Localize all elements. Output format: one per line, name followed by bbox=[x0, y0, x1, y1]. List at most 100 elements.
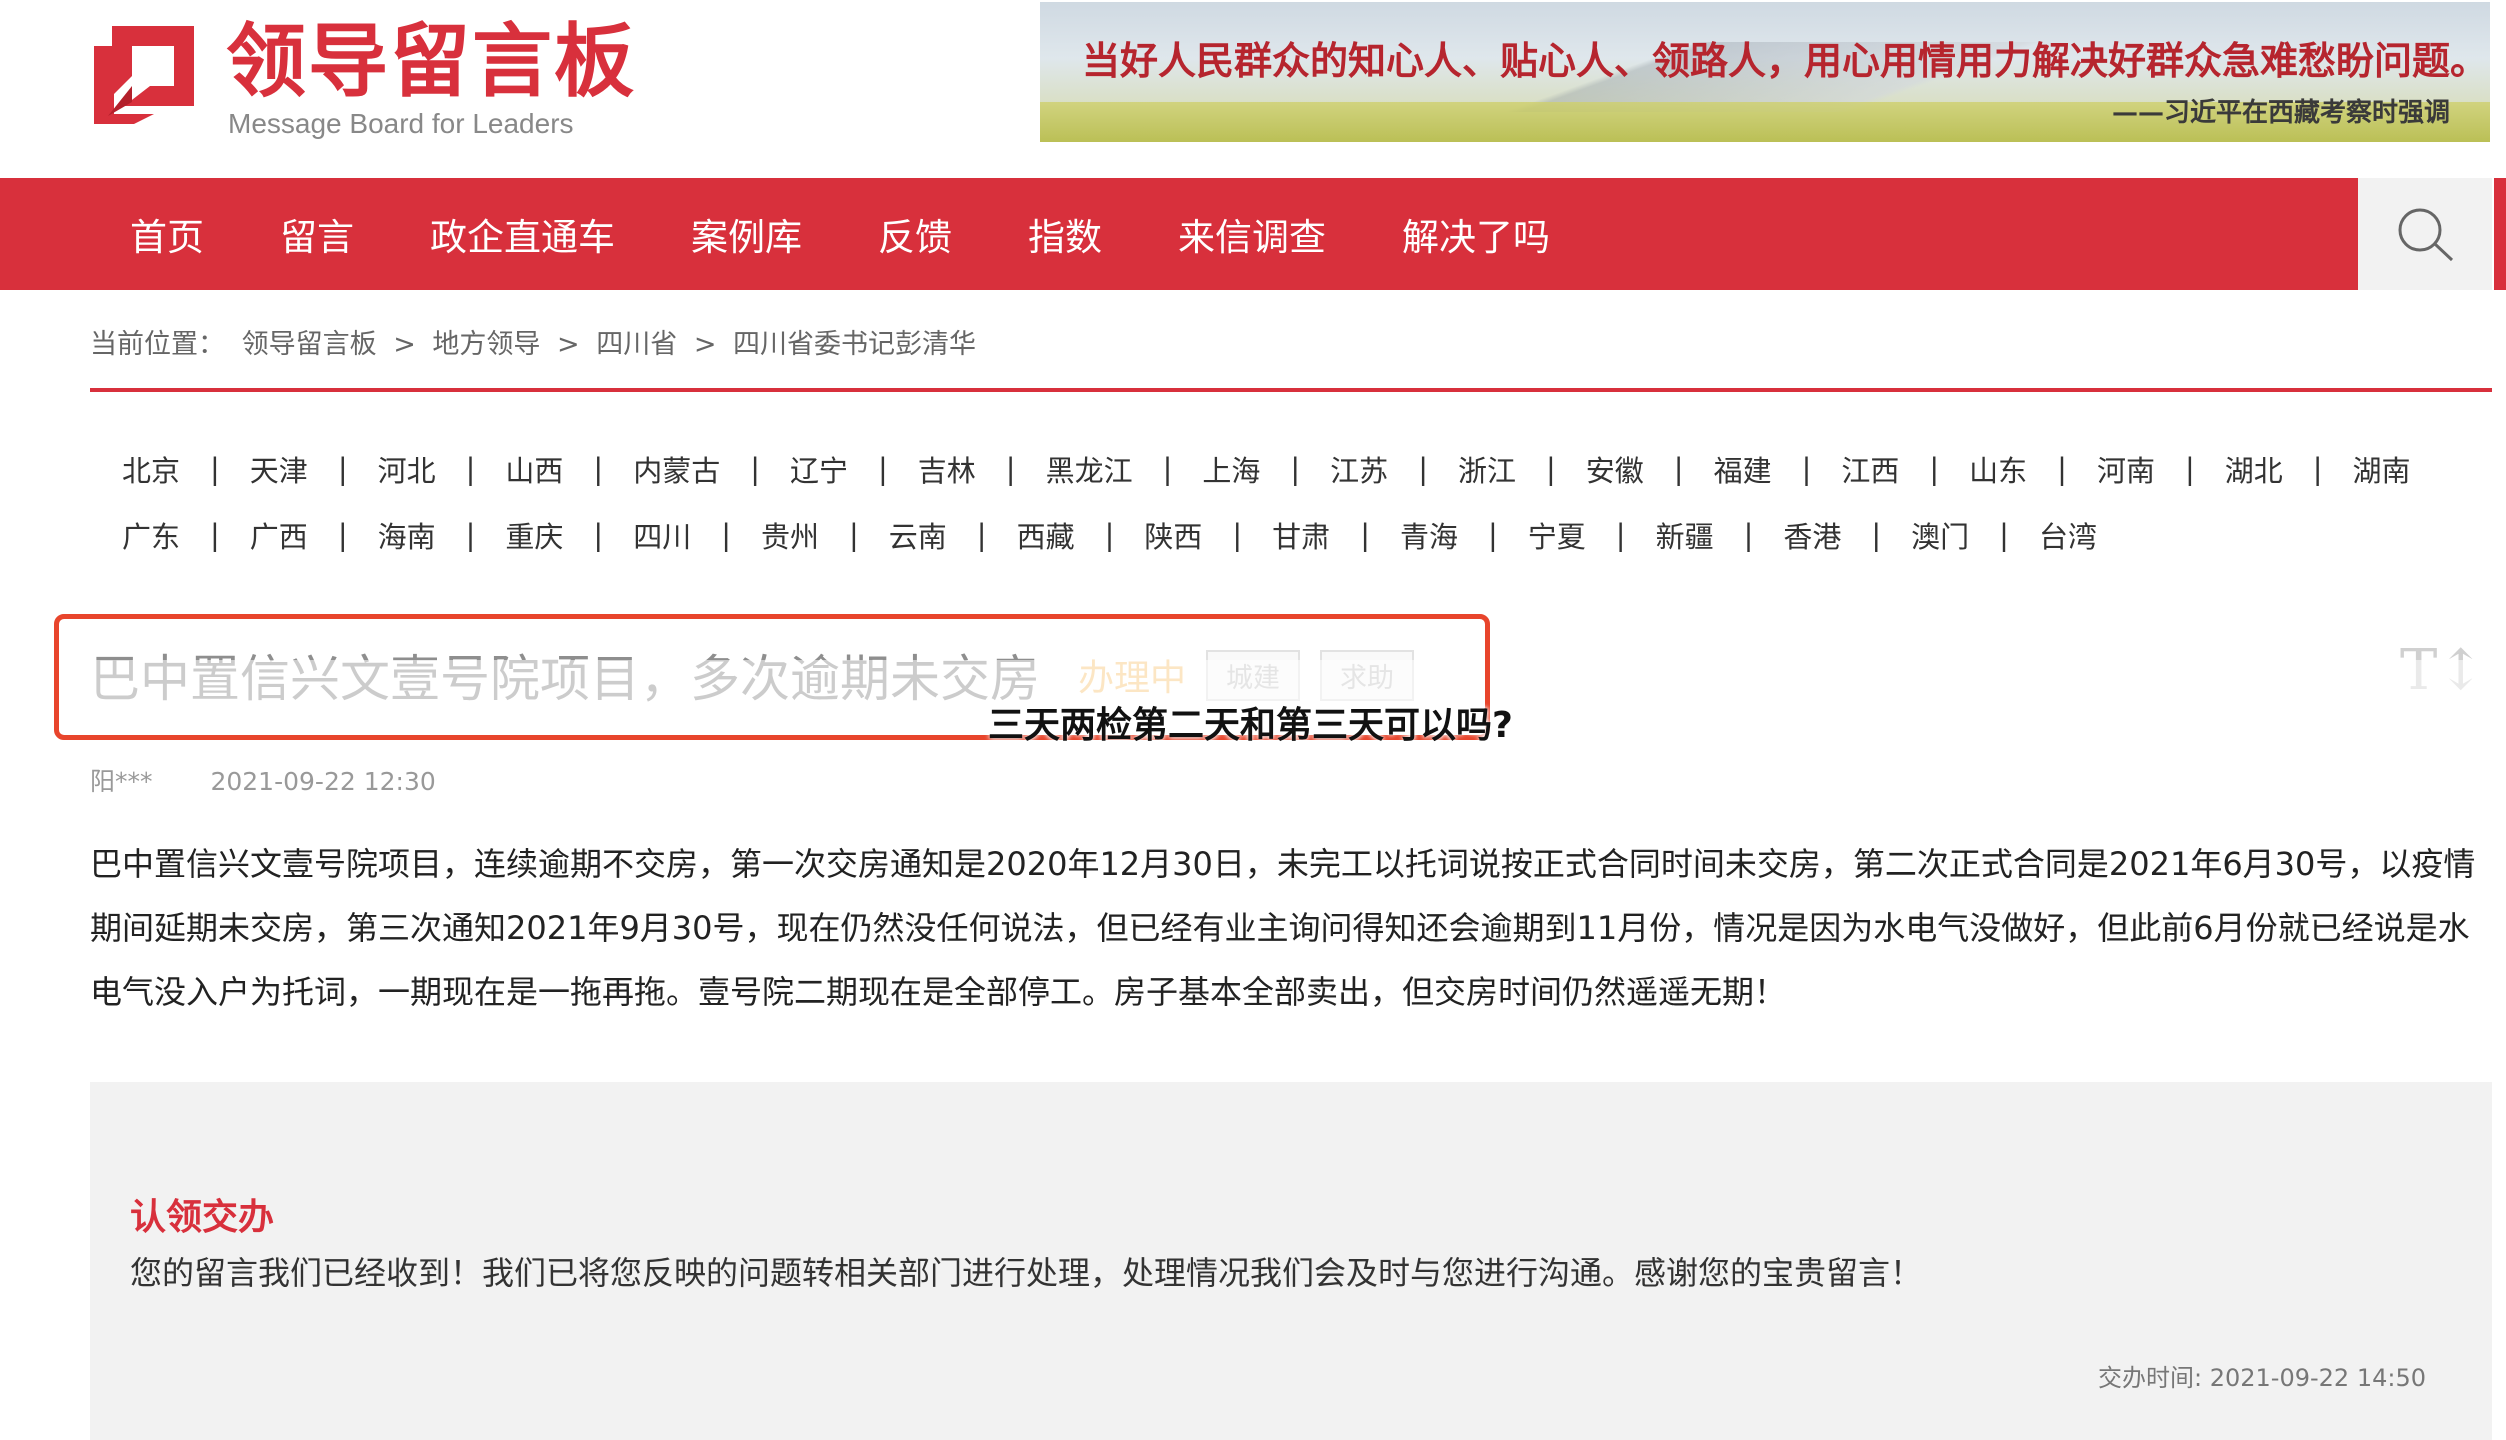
region-link[interactable]: 台湾 bbox=[2039, 514, 2097, 556]
region-link[interactable]: 内蒙古 bbox=[633, 448, 720, 490]
region-separator: | bbox=[878, 452, 888, 486]
region-separator: | bbox=[1929, 452, 1940, 486]
region-separator: | bbox=[1615, 518, 1626, 552]
header-banner: 当好人民群众的知心人、贴心人、领路人，用心用情用力解决好群众急难愁盼问题。 ——… bbox=[1040, 2, 2490, 142]
region-separator: | bbox=[1360, 518, 1370, 552]
search-button[interactable] bbox=[2358, 178, 2492, 290]
region-separator: | bbox=[1232, 518, 1243, 552]
logo-subtitle: Message Board for Leaders bbox=[228, 108, 574, 139]
region-link[interactable]: 江西 bbox=[1841, 448, 1899, 490]
region-separator: | bbox=[1673, 452, 1684, 486]
nav-item-case-library[interactable]: 案例库 bbox=[691, 207, 802, 261]
breadcrumb-item[interactable]: 四川省 bbox=[596, 329, 677, 360]
region-separator: | bbox=[1104, 518, 1115, 552]
nav-edge bbox=[2494, 178, 2506, 290]
region-link[interactable]: 贵州 bbox=[761, 514, 819, 556]
region-list: 北京 | 天津 | 河北 | 山西 | 内蒙古 | 辽宁 | 吉林 | 黑龙江 | 上海 | 江苏 | 浙江 | 安徽 | 福建… bbox=[122, 436, 2442, 568]
region-link[interactable]: 西藏 bbox=[1017, 514, 1075, 556]
region-link[interactable]: 湖南 bbox=[2353, 448, 2411, 490]
region-link[interactable]: 安徽 bbox=[1586, 448, 1644, 490]
region-link[interactable]: 宁夏 bbox=[1528, 514, 1586, 556]
region-separator: | bbox=[465, 452, 476, 486]
reply-time: 交办时间: 2021-09-22 14:50 bbox=[2098, 1364, 2426, 1392]
region-link[interactable]: 陕西 bbox=[1144, 514, 1202, 556]
breadcrumb-item[interactable]: 四川省委书记彭清华 bbox=[733, 329, 976, 360]
region-link[interactable]: 云南 bbox=[889, 514, 947, 556]
banner-quote: 当好人民群众的知心人、贴心人、领路人，用心用情用力解决好群众急难愁盼问题。 bbox=[1082, 38, 2489, 83]
region-row: 北京 | 天津 | 河北 | 山西 | 内蒙古 | 辽宁 | 吉林 | 黑龙江 | 上海 | 江苏 | 浙江 | 安徽 | 福建… bbox=[122, 436, 2442, 502]
region-separator: | bbox=[1290, 452, 1301, 486]
post-date: 2021-09-22 12:30 bbox=[210, 767, 436, 796]
region-separator: | bbox=[593, 452, 604, 486]
reply-box: 认领交办 您的留言我们已经收到！我们已将您反映的问题转相关部门进行处理，处理情况… bbox=[90, 1082, 2492, 1440]
nav-item-letter-survey[interactable]: 来信调查 bbox=[1178, 207, 1326, 261]
region-link[interactable]: 澳门 bbox=[1911, 514, 1969, 556]
region-separator: | bbox=[1162, 452, 1173, 486]
main-nav: 首页 留言 政企直通车 案例库 反馈 指数 来信调查 解决了吗 bbox=[0, 178, 2358, 290]
nav-item-business-express[interactable]: 政企直通车 bbox=[430, 207, 615, 261]
region-separator: | bbox=[2057, 452, 2067, 486]
region-link[interactable]: 新疆 bbox=[1656, 514, 1714, 556]
region-link[interactable]: 浙江 bbox=[1458, 448, 1516, 490]
region-link[interactable]: 吉林 bbox=[918, 448, 976, 490]
nav-item-messages[interactable]: 留言 bbox=[280, 207, 354, 261]
search-icon bbox=[2398, 208, 2454, 262]
region-separator: | bbox=[2312, 452, 2323, 486]
breadcrumb-prefix: 当前位置： bbox=[90, 329, 225, 360]
message-meta: 阳*** 2021-09-22 12:30 bbox=[90, 762, 436, 798]
breadcrumb-item[interactable]: 领导留言板 bbox=[242, 329, 377, 360]
reply-body: 您的留言我们已经收到！我们已将您反映的问题转相关部门进行处理，处理情况我们会及时… bbox=[130, 1254, 1923, 1292]
region-link[interactable]: 湖北 bbox=[2225, 448, 2283, 490]
region-separator: | bbox=[1418, 452, 1428, 486]
region-separator: | bbox=[1005, 452, 1016, 486]
nav-item-resolved[interactable]: 解决了吗 bbox=[1402, 207, 1550, 261]
overlay-question: 三天两检第二天和第三天可以吗? bbox=[988, 705, 1513, 746]
region-link[interactable]: 山西 bbox=[505, 448, 563, 490]
region-link[interactable]: 辽宁 bbox=[790, 448, 848, 490]
region-link[interactable]: 上海 bbox=[1202, 448, 1260, 490]
region-separator: | bbox=[210, 452, 220, 486]
site-logo[interactable]: 领导留言板 Message Board for Leaders bbox=[94, 15, 636, 139]
nav-item-index[interactable]: 指数 bbox=[1028, 207, 1102, 261]
region-separator: | bbox=[750, 452, 760, 486]
region-link[interactable]: 海南 bbox=[378, 514, 436, 556]
region-link[interactable]: 山东 bbox=[1969, 448, 2027, 490]
region-link[interactable]: 河南 bbox=[2097, 448, 2155, 490]
reply-title: 认领交办 bbox=[130, 1197, 275, 1238]
region-separator: | bbox=[337, 518, 348, 552]
region-separator: | bbox=[337, 452, 348, 486]
nav-item-home[interactable]: 首页 bbox=[130, 207, 204, 261]
breadcrumb-item[interactable]: 地方领导 bbox=[432, 329, 540, 360]
region-link[interactable]: 青海 bbox=[1400, 514, 1458, 556]
nav-item-feedback[interactable]: 反馈 bbox=[878, 207, 952, 261]
breadcrumb-separator: > bbox=[693, 329, 717, 360]
region-separator: | bbox=[2184, 452, 2195, 486]
region-link[interactable]: 广东 bbox=[122, 514, 180, 556]
region-link[interactable]: 黑龙江 bbox=[1046, 448, 1133, 490]
region-separator: | bbox=[465, 518, 476, 552]
region-separator: | bbox=[1871, 518, 1882, 552]
site-header: 领导留言板 Message Board for Leaders 当好人民群众的知… bbox=[0, 0, 2506, 178]
breadcrumb-separator: > bbox=[557, 329, 580, 360]
region-link[interactable]: 广西 bbox=[250, 514, 308, 556]
region-link[interactable]: 重庆 bbox=[505, 514, 563, 556]
breadcrumb-separator: > bbox=[393, 329, 416, 360]
region-separator: | bbox=[1801, 452, 1812, 486]
logo-title: 领导留言板 bbox=[226, 15, 636, 108]
region-link[interactable]: 河北 bbox=[378, 448, 436, 490]
message-body: 巴中置信兴文壹号院项目，连续逾期不交房，第一次交房通知是2020年12月30日，… bbox=[90, 845, 2476, 1011]
banner-author: ——习近平在西藏考察时强调 bbox=[2111, 98, 2450, 128]
region-link[interactable]: 江苏 bbox=[1330, 448, 1388, 490]
region-link[interactable]: 北京 bbox=[122, 448, 180, 490]
region-link[interactable]: 香港 bbox=[1783, 514, 1841, 556]
region-separator: | bbox=[1545, 452, 1556, 486]
region-separator: | bbox=[976, 518, 987, 552]
region-separator: | bbox=[210, 518, 220, 552]
region-link[interactable]: 天津 bbox=[250, 448, 308, 490]
region-separator: | bbox=[1999, 518, 2009, 552]
region-separator: | bbox=[721, 518, 731, 552]
region-link[interactable]: 甘肃 bbox=[1272, 514, 1330, 556]
region-link[interactable]: 四川 bbox=[633, 514, 691, 556]
region-link[interactable]: 福建 bbox=[1714, 448, 1772, 490]
region-row: 广东 | 广西 | 海南 | 重庆 | 四川 | 贵州 | 云南 | 西藏 | 陕西 | 甘肃 | 青海 | 宁夏 | 新疆 | 香… bbox=[122, 502, 2442, 568]
